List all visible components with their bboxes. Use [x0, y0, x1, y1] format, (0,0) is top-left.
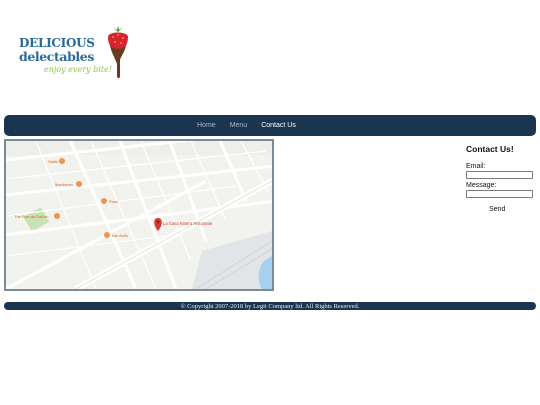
map-place-label: Mardiman [55, 182, 73, 187]
map-place-mardiman[interactable]: Mardiman [55, 181, 82, 187]
contact-title: Contact Us! [466, 144, 514, 154]
nav-menu-link[interactable]: Menu [230, 122, 248, 129]
restaurant-marker-label: La Casa Nostra Ristorante [163, 221, 213, 226]
map-place-label: The Rue du Gallion [14, 214, 48, 219]
brand-logo[interactable]: DELICIOUS delectables enjoy every bite! [16, 26, 132, 84]
map-canvas[interactable]: Hattie Mardiman Rask The Rue du Gallion … [6, 141, 272, 289]
logo-line2: delectables [19, 49, 94, 64]
orange-place-pin-icon [76, 181, 82, 187]
nav-contact-link[interactable]: Contact Us [261, 122, 296, 129]
send-button[interactable]: Send [489, 206, 505, 213]
email-field[interactable] [466, 171, 533, 179]
location-map[interactable]: Hattie Mardiman Rask The Rue du Gallion … [4, 139, 274, 291]
contact-form: Contact Us! Email: Message: Send [466, 144, 536, 213]
map-place-label: Hattie [48, 159, 59, 164]
logo-tagline: enjoy every bite! [44, 65, 112, 74]
orange-place-pin-icon [54, 213, 60, 219]
orange-place-pin-icon [59, 158, 65, 164]
map-place-hattie[interactable]: Hattie [48, 158, 65, 164]
orange-place-pin-icon [104, 232, 110, 238]
map-place-label: Bar Aslla [112, 233, 129, 238]
nav-home-link[interactable]: Home [197, 122, 216, 129]
message-label: Message: [466, 182, 497, 189]
email-label: Email: [466, 163, 486, 170]
message-field[interactable] [466, 190, 533, 198]
nav-links: Home Menu Contact Us [197, 115, 310, 136]
main-navbar: Home Menu Contact Us [4, 115, 536, 136]
map-place-label: Rask [109, 199, 118, 204]
strawberry-icon [108, 26, 128, 79]
page-footer: © Copyright 2007-2018 by Legit Company l… [4, 302, 536, 310]
logo-line1: DELICIOUS [19, 36, 95, 50]
map-place-bar-aslla[interactable]: Bar Aslla [104, 232, 129, 238]
orange-place-pin-icon [101, 198, 107, 204]
copyright-text: © Copyright 2007-2018 by Legit Company l… [180, 302, 360, 310]
map-place-rask[interactable]: Rask [101, 198, 118, 204]
